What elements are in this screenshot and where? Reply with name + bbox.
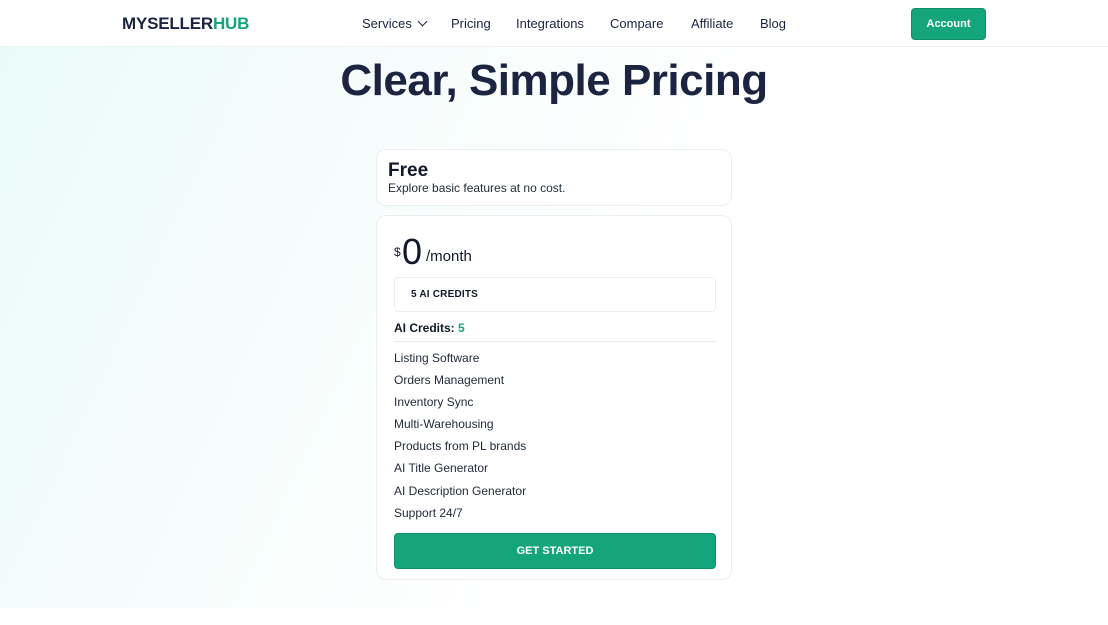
- nav-item-blog[interactable]: Blog: [760, 16, 786, 31]
- credits-selector-value: 5 AI CREDITS: [411, 289, 479, 300]
- feature-item: Products from PL brands: [394, 439, 527, 454]
- nav-item-label: Services: [362, 16, 412, 31]
- nav-item-services[interactable]: Services: [362, 16, 428, 31]
- divider: [394, 341, 716, 342]
- ai-credits-label: AI Credits:: [394, 321, 455, 335]
- account-button[interactable]: Account: [911, 8, 986, 40]
- top-navbar: MYSELLERHUB Services Pricing Integration…: [0, 0, 1108, 47]
- price-amount: 0: [402, 231, 423, 272]
- page-footer-strip: [0, 608, 1108, 625]
- nav-item-compare[interactable]: Compare: [610, 16, 663, 31]
- logo-main-text: MYSELLER: [122, 14, 213, 33]
- nav-item-label: Pricing: [451, 16, 491, 31]
- feature-item: Listing Software: [394, 351, 480, 365]
- logo-accent-text: HUB: [212, 14, 250, 33]
- feature-item: Support 24/7: [394, 505, 463, 520]
- ai-credits-summary: AI Credits: 5: [394, 321, 465, 335]
- feature-item: AI Description Generator: [394, 483, 527, 498]
- get-started-button[interactable]: GET STARTED: [394, 533, 716, 569]
- feature-item: Orders Management: [394, 373, 505, 388]
- feature-item: AI Title Generator: [394, 461, 489, 476]
- nav-item-label: Compare: [610, 16, 664, 31]
- price-period: /month: [426, 248, 472, 265]
- feature-item: Inventory Sync: [394, 395, 474, 410]
- page-title: Clear, Simple Pricing: [340, 56, 768, 105]
- logo[interactable]: MYSELLERHUB: [122, 14, 249, 34]
- chevron-down-icon: [417, 16, 428, 27]
- credits-selector[interactable]: 5 AI CREDITS: [394, 277, 716, 312]
- nav-item-affiliate[interactable]: Affiliate: [691, 16, 733, 31]
- feature-item: Multi-Warehousing: [394, 417, 494, 432]
- pricing-card: $ 0 /month 5 AI CREDITS AI Credits: 5 Li…: [376, 215, 732, 580]
- feature-list: Listing Software Orders Management Inven…: [394, 348, 526, 525]
- plan-header-card: Free Explore basic features at no cost.: [376, 149, 732, 206]
- nav-item-integrations[interactable]: Integrations: [516, 16, 584, 31]
- nav-item-label: Integrations: [516, 16, 584, 31]
- nav-item-label: Blog: [760, 16, 787, 31]
- price-currency: $: [394, 245, 401, 259]
- nav-item-label: Affiliate: [691, 16, 734, 31]
- ai-credits-value: 5: [458, 321, 465, 335]
- plan-description: Explore basic features at no cost.: [388, 181, 566, 195]
- nav-item-pricing[interactable]: Pricing: [451, 16, 491, 31]
- plan-name: Free: [388, 160, 429, 181]
- page: MYSELLERHUB Services Pricing Integration…: [0, 0, 1108, 625]
